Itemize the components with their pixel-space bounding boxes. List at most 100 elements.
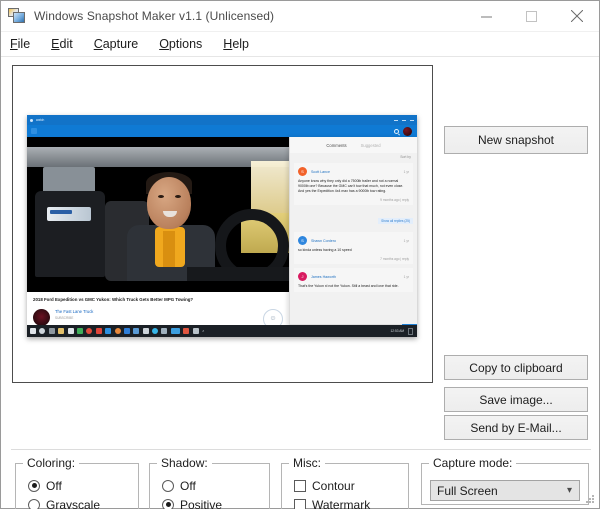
start-icon[interactable] [30,328,36,334]
mail-icon[interactable] [76,328,83,334]
menu-file[interactable]: File [10,34,41,54]
comment-text: That's the Yukon xl not the Yukon. Still… [298,284,399,289]
comment-author[interactable]: Shawn Cordero [311,239,336,243]
subscribe-label[interactable]: SUBSCRIBE [55,316,93,320]
app1-icon[interactable] [123,328,130,334]
radio-indicator [28,479,40,492]
comment-author[interactable]: Scott Lance [311,170,330,174]
video-title: 2018 Ford Expedition vs GMC Yukon: Which… [33,297,194,302]
save-image-button[interactable]: Save image... [444,387,588,412]
firefox-icon[interactable] [114,328,121,334]
pin-icon[interactable] [95,328,102,334]
captured-page-content: 2018 Ford Expedition vs GMC Yukon: Which… [27,137,417,337]
action-center-icon[interactable] [408,327,413,335]
show-replies-row[interactable]: Show all replies (25) [290,209,413,227]
checkbox-indicator [294,498,306,509]
comment-time: 1 yr [403,274,409,279]
close-icon[interactable] [554,1,599,32]
new-snapshot-button[interactable]: New snapshot [444,126,588,154]
chevron-down-icon: ▾ [566,485,572,496]
option-label: Watermark [312,497,371,509]
person-icon[interactable] [142,328,149,334]
captured-browser-toolbar [27,125,417,137]
title-bar: Windows Snapshot Maker v1.1 (Unlicensed) [1,1,599,32]
option-label: Positive [180,497,223,509]
checkbox-contour[interactable]: Contour [282,476,408,495]
coloring-group: Coloring: Off Grayscale Sepia Invert [15,456,139,509]
magnifier-icon [394,128,399,134]
option-label: Off [46,478,62,493]
tab-suggested[interactable]: Suggested [361,143,381,148]
comment-avatar: S [298,236,307,246]
browser-search-area [394,126,413,136]
comment-avatar: J [298,272,307,282]
app-window: Windows Snapshot Maker v1.1 (Unlicensed)… [0,0,600,509]
tray-chevron-icon[interactable]: ∧ [202,329,204,333]
sort-label: Sort by [400,155,411,159]
comment-item: J James Haworth 1 yr That's the Yukon xl… [294,268,413,293]
option-label: Off [180,478,196,493]
copy-to-clipboard-button[interactable]: Copy to clipboard [444,355,588,380]
option-label: Contour [312,478,355,493]
shadow-group: Shadow: Off Positive Negative Outline [149,456,270,509]
comment-header: S Scott Lance 1 yr [298,167,409,176]
captured-screenshot: watch 2018 Ford Expedition vs GMC Yukon:… [27,115,417,337]
minimize-button[interactable] [464,1,509,32]
tab-comments[interactable]: Comments [326,143,346,148]
cortana-icon[interactable] [39,328,46,334]
menu-edit[interactable]: Edit [51,34,84,54]
explorer-icon[interactable] [58,328,65,334]
menu-options[interactable]: Options [159,34,213,54]
chrome-icon[interactable] [86,328,93,334]
photo-app-icon [8,7,26,25]
radio-coloring-off[interactable]: Off [16,476,138,495]
channel-name[interactable]: The Fast Lane Truck [55,309,93,314]
taskbar-clock[interactable]: 12:53 AM [391,329,404,333]
shadow-legend: Shadow: [157,456,212,470]
comment-text: so kinda unless having a 10 speed [298,248,352,253]
snapshot-preview-panel[interactable]: watch 2018 Ford Expedition vs GMC Yukon:… [12,65,433,383]
comment-footer[interactable]: 7 months ago | reply [298,257,409,261]
video-frame-image [27,147,289,281]
radio-indicator [162,479,174,492]
show-replies-label: Show all replies (25) [378,218,413,225]
app2-icon[interactable] [133,328,140,334]
comment-time: 1 yr [403,169,409,174]
taskview-icon[interactable] [48,328,55,334]
radio-coloring-grayscale[interactable]: Grayscale [16,495,138,509]
captured-browser-titlebar: watch [27,115,417,125]
active-app-icon[interactable] [170,328,180,334]
recorder-icon[interactable] [183,328,190,334]
section-divider [11,449,591,450]
menu-capture[interactable]: Capture [94,34,149,54]
menu-help[interactable]: Help [223,34,260,54]
comment-author[interactable]: James Haworth [311,275,336,279]
send-by-email-button[interactable]: Send by E-Mail... [444,415,588,440]
radio-indicator [162,498,174,509]
browser-tab-title: watch [36,118,45,122]
comments-sort-row[interactable]: Sort by [290,153,417,163]
capture-mode-value: Full Screen [437,483,498,498]
skype-icon[interactable] [152,328,159,334]
comment-footer[interactable]: 9 months ago | reply [298,198,409,202]
comment-item: S Shawn Cordero 1 yr so kinda unless hav… [294,232,413,265]
video-player [27,137,289,292]
captured-taskbar: ∧ 12:53 AM [27,325,417,337]
store-icon[interactable] [67,328,74,334]
checkbox-indicator [294,479,306,492]
back-icon [30,118,33,122]
checkbox-watermark[interactable]: Watermark [282,495,408,509]
maximize-button[interactable] [509,1,554,32]
app3-icon[interactable] [161,328,168,334]
resize-grip[interactable] [585,494,595,504]
misc-legend: Misc: [289,456,325,470]
comment-header: J James Haworth 1 yr [298,272,409,282]
radio-shadow-positive[interactable]: Positive [150,495,269,509]
app4-icon[interactable] [192,328,199,334]
comments-panel: Comments Suggested Sort by S Scott Lance… [289,137,417,337]
radio-shadow-off[interactable]: Off [150,476,269,495]
capture-mode-dropdown[interactable]: Full Screen ▾ [430,480,580,501]
comment-time: 1 yr [403,238,409,243]
edge-icon[interactable] [105,328,112,334]
capture-mode-legend: Capture mode: [429,456,517,470]
